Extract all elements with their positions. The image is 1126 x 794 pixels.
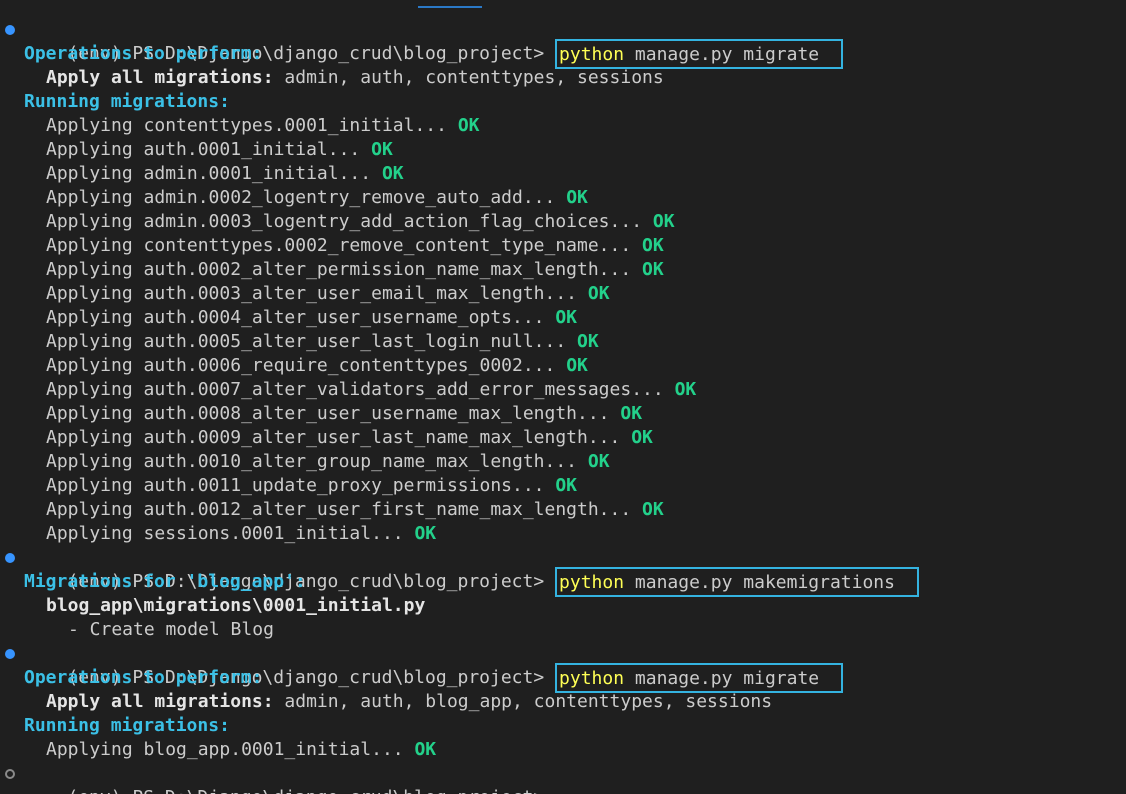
migration-line: Applying admin.0001_initial... OK	[0, 162, 1126, 186]
migration-file-path: blog_app\migrations\0001_initial.py	[46, 595, 426, 616]
operations-heading: Operations to perform:	[24, 667, 263, 688]
migration-text: Applying auth.0010_alter_group_name_max_…	[46, 451, 578, 472]
migration-text: Applying blog_app.0001_initial...	[46, 739, 404, 760]
operations-heading: Operations to perform:	[24, 43, 263, 64]
migration-status: OK	[631, 427, 653, 448]
migration-text: Applying admin.0003_logentry_add_action_…	[46, 211, 643, 232]
command-status-dot-icon[interactable]	[5, 553, 15, 563]
migration-line: Applying auth.0005_alter_user_last_login…	[0, 330, 1126, 354]
migration-line: Applying auth.0011_update_proxy_permissi…	[0, 474, 1126, 498]
migration-status: OK	[555, 475, 578, 496]
migration-text: Applying auth.0001_initial...	[46, 139, 361, 160]
migration-status: OK	[371, 139, 393, 160]
migration-line: Applying auth.0001_initial... OK	[0, 138, 1126, 162]
prompt-line: (env) PS D:\Django\django_crud\blog_proj…	[0, 546, 1126, 597]
prompt-line: (env) PS D:\Django\django_crud\blog_proj…	[0, 642, 1126, 693]
migration-text: Applying contenttypes.0001_initial...	[46, 115, 447, 136]
migration-status: OK	[652, 211, 675, 232]
migration-status: OK	[577, 331, 599, 352]
migration-status: OK	[587, 451, 610, 472]
command-status-dot-icon[interactable]	[5, 769, 15, 779]
migration-status: OK	[642, 235, 664, 256]
migration-line: Applying auth.0002_alter_permission_name…	[0, 258, 1126, 282]
migration-status: OK	[642, 259, 664, 280]
apply-all-line: Apply all migrations: admin, auth, blog_…	[0, 690, 1126, 714]
migration-line: Applying contenttypes.0002_remove_conten…	[0, 234, 1126, 258]
migration-text: Applying auth.0002_alter_permission_name…	[46, 259, 632, 280]
command-status-dot-icon[interactable]	[5, 649, 15, 659]
migration-status: OK	[381, 163, 404, 184]
running-heading: Running migrations:	[24, 715, 230, 736]
migration-text: Applying auth.0008_alter_user_username_m…	[46, 403, 610, 424]
prompt-line: (env) PS D:\Django\django_crud\blog_proj…	[0, 18, 1126, 69]
migration-status: OK	[457, 115, 480, 136]
migration-text: Applying auth.0012_alter_user_first_name…	[46, 499, 632, 520]
migrations-for-heading: Migrations for 'blog_app':	[24, 571, 306, 592]
prompt-text: (env) PS D:\Django\django_crud\blog_proj…	[67, 787, 544, 794]
migration-status: OK	[555, 307, 578, 328]
migration-text: Applying admin.0001_initial...	[46, 163, 372, 184]
migration-line: Applying admin.0002_logentry_remove_auto…	[0, 186, 1126, 210]
migration-status: OK	[642, 499, 664, 520]
active-tab-indicator	[418, 6, 482, 8]
migration-text: Applying auth.0011_update_proxy_permissi…	[46, 475, 545, 496]
apply-list: admin, auth, contenttypes, sessions	[273, 67, 664, 88]
running-heading: Running migrations:	[24, 91, 230, 112]
migration-line: Applying auth.0012_alter_user_first_name…	[0, 498, 1126, 522]
apply-label: Apply all migrations:	[46, 67, 274, 88]
migration-text: Applying admin.0002_logentry_remove_auto…	[46, 187, 556, 208]
migration-line: Applying auth.0006_require_contenttypes_…	[0, 354, 1126, 378]
migration-text: Applying contenttypes.0002_remove_conten…	[46, 235, 632, 256]
migration-line: Applying admin.0003_logentry_add_action_…	[0, 210, 1126, 234]
apply-all-line: Apply all migrations: admin, auth, conte…	[0, 66, 1126, 90]
migration-action: - Create model Blog	[68, 619, 274, 640]
migration-text: Applying auth.0007_alter_validators_add_…	[46, 379, 664, 400]
apply-list: admin, auth, blog_app, contenttypes, ses…	[273, 691, 773, 712]
migration-status: OK	[566, 187, 588, 208]
migration-status: OK	[674, 379, 697, 400]
current-prompt-line[interactable]: (env) PS D:\Django\django_crud\blog_proj…	[0, 762, 1126, 794]
terminal-panel[interactable]: (env) PS D:\Django\django_crud\blog_proj…	[0, 0, 1126, 794]
migration-status: OK	[414, 739, 437, 760]
migration-line: Applying auth.0004_alter_user_username_o…	[0, 306, 1126, 330]
migration-text: Applying auth.0005_alter_user_last_login…	[46, 331, 567, 352]
migration-text: Applying sessions.0001_initial...	[46, 523, 404, 544]
migration-line: Applying sessions.0001_initial... OK	[0, 522, 1126, 546]
migration-line: Applying auth.0003_alter_user_email_max_…	[0, 282, 1126, 306]
migration-line: Applying blog_app.0001_initial... OK	[0, 738, 1126, 762]
migration-line: Applying auth.0008_alter_user_username_m…	[0, 402, 1126, 426]
migration-text: Applying auth.0003_alter_user_email_max_…	[46, 283, 578, 304]
migration-text: Applying auth.0006_require_contenttypes_…	[46, 355, 556, 376]
migration-text: Applying auth.0004_alter_user_username_o…	[46, 307, 545, 328]
migration-line: Applying auth.0007_alter_validators_add_…	[0, 378, 1126, 402]
command-status-dot-icon[interactable]	[5, 25, 15, 35]
migration-text: Applying auth.0009_alter_user_last_name_…	[46, 427, 621, 448]
migration-status: OK	[414, 523, 437, 544]
migration-status: OK	[620, 403, 643, 424]
migration-line: Applying auth.0010_alter_group_name_max_…	[0, 450, 1126, 474]
migration-status: OK	[566, 355, 588, 376]
migration-line: Applying auth.0009_alter_user_last_name_…	[0, 426, 1126, 450]
apply-label: Apply all migrations:	[46, 691, 274, 712]
migration-status: OK	[587, 283, 610, 304]
migration-line: Applying contenttypes.0001_initial... OK	[0, 114, 1126, 138]
